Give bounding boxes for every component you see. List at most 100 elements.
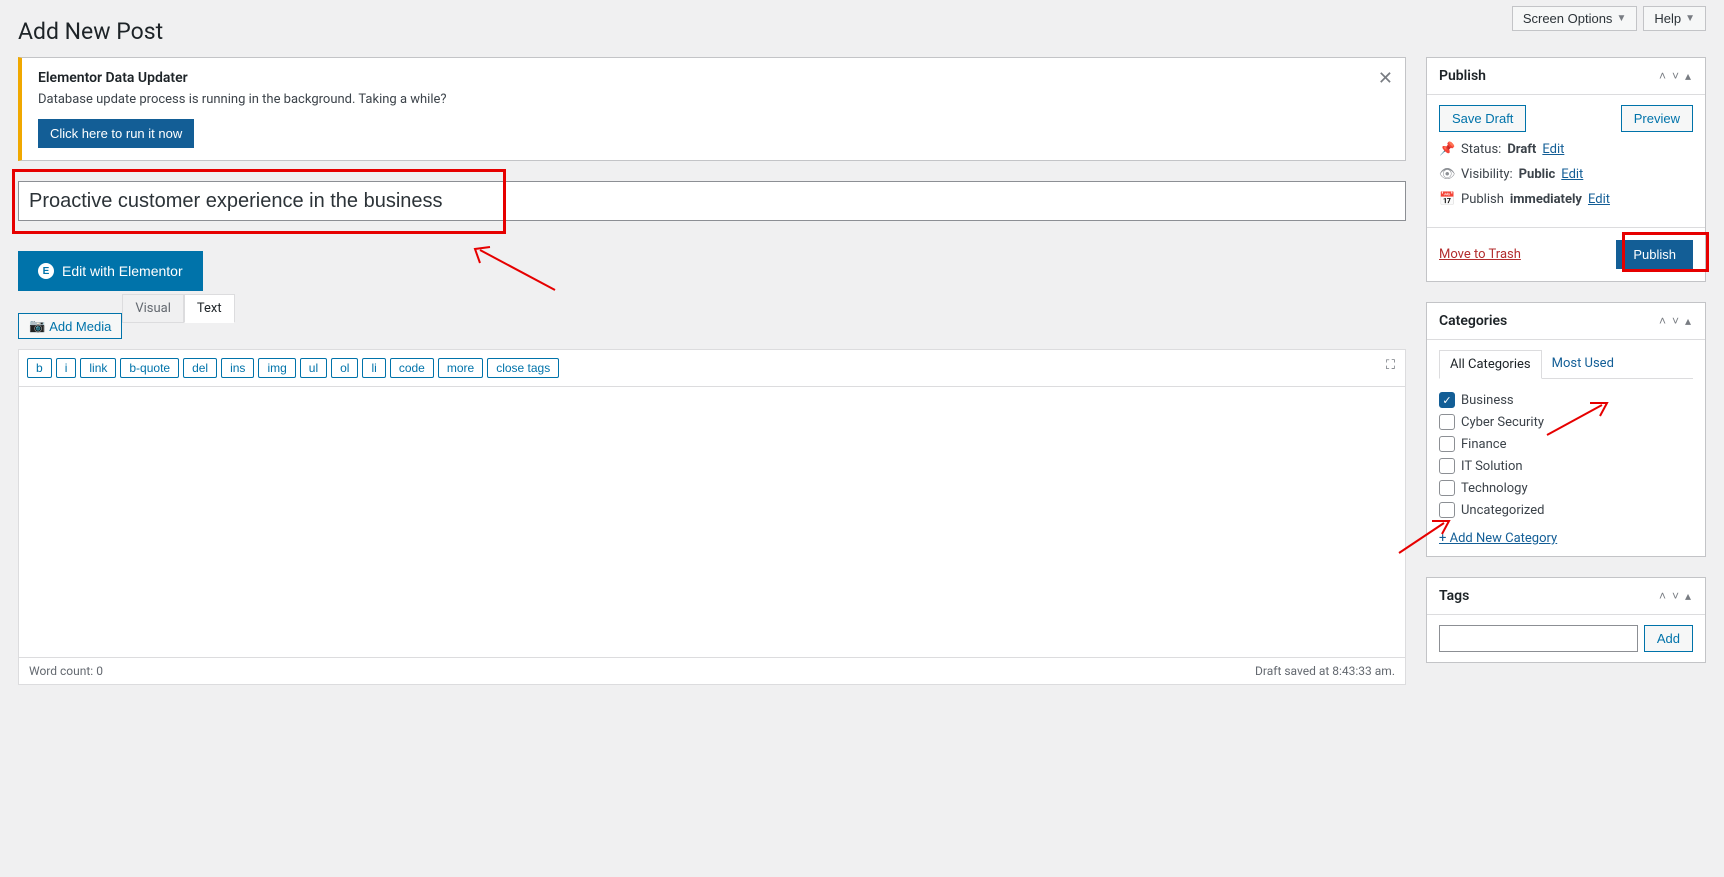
move-down-icon[interactable]: ˅	[1670, 69, 1681, 83]
elementor-button-label: Edit with Elementor	[62, 263, 183, 279]
category-label: Uncategorized	[1461, 503, 1544, 518]
category-label: IT Solution	[1461, 459, 1523, 474]
move-up-icon[interactable]: ˄	[1657, 69, 1668, 83]
publish-title: Publish	[1439, 68, 1486, 84]
tags-header: Tags ˄ ˅ ▴	[1427, 578, 1705, 615]
category-item: IT Solution	[1439, 455, 1693, 477]
close-icon[interactable]: ✕	[1378, 68, 1393, 89]
category-checkbox[interactable]	[1439, 458, 1455, 474]
move-to-trash-link[interactable]: Move to Trash	[1439, 247, 1521, 262]
publish-box: Publish ˄ ˅ ▴ Save Draft Preview 📌 Statu…	[1426, 57, 1706, 282]
tab-all-categories[interactable]: All Categories	[1439, 350, 1542, 379]
toggle-icon[interactable]: ▴	[1683, 314, 1693, 328]
publish-button[interactable]: Publish	[1616, 240, 1693, 269]
tags-title: Tags	[1439, 588, 1469, 604]
preview-button[interactable]: Preview	[1621, 105, 1693, 132]
category-checkbox[interactable]	[1439, 436, 1455, 452]
notice-title: Elementor Data Updater	[38, 70, 1389, 86]
move-up-icon[interactable]: ˄	[1657, 314, 1668, 328]
notice-run-button[interactable]: Click here to run it now	[38, 119, 194, 148]
tags-body: Add	[1427, 615, 1705, 662]
category-item: Finance	[1439, 433, 1693, 455]
qt-code[interactable]: code	[390, 358, 434, 378]
sidebar-column: Publish ˄ ˅ ▴ Save Draft Preview 📌 Statu…	[1426, 57, 1706, 685]
visibility-value: Public	[1519, 167, 1556, 182]
tab-visual[interactable]: Visual	[122, 294, 184, 323]
help-label: Help	[1654, 11, 1681, 26]
category-item: Technology	[1439, 477, 1693, 499]
chevron-down-icon: ▼	[1685, 13, 1695, 24]
qt-link[interactable]: link	[80, 358, 116, 378]
qt-i[interactable]: i	[56, 358, 77, 378]
move-down-icon[interactable]: ˅	[1670, 589, 1681, 603]
qt-ol[interactable]: ol	[331, 358, 358, 378]
calendar-icon: 📅	[1439, 192, 1455, 207]
top-toolbar: Screen Options▼ Help ▼	[1512, 6, 1706, 31]
edit-visibility-link[interactable]: Edit	[1561, 167, 1583, 182]
screen-options-button[interactable]: Screen Options▼	[1512, 6, 1638, 31]
tags-input[interactable]	[1439, 625, 1638, 652]
elementor-notice: Elementor Data Updater Database update p…	[18, 57, 1406, 161]
category-item: Cyber Security	[1439, 411, 1693, 433]
categories-box: Categories ˄ ˅ ▴ All Categories Most Use…	[1426, 302, 1706, 557]
help-button[interactable]: Help ▼	[1643, 6, 1706, 31]
category-item: ✓Business	[1439, 389, 1693, 411]
quicktags-toolbar: b i link b-quote del ins img ul ol li co…	[19, 350, 1405, 387]
media-row: 📷 Add Media Visual Text	[18, 313, 1406, 339]
fullscreen-icon[interactable]: ⛶	[1386, 358, 1395, 373]
qt-ins[interactable]: ins	[221, 358, 254, 378]
edit-status-link[interactable]: Edit	[1542, 142, 1564, 157]
add-media-label: Add Media	[49, 319, 111, 334]
categories-header: Categories ˄ ˅ ▴	[1427, 303, 1705, 340]
panel-handles: ˄ ˅ ▴	[1657, 314, 1693, 328]
qt-bquote[interactable]: b-quote	[120, 358, 179, 378]
category-list: ✓Business Cyber Security Finance IT Solu…	[1439, 389, 1693, 521]
move-up-icon[interactable]: ˄	[1657, 589, 1668, 603]
status-value: Draft	[1507, 142, 1536, 157]
edit-with-elementor-button[interactable]: E Edit with Elementor	[18, 251, 203, 291]
tab-text[interactable]: Text	[184, 294, 235, 323]
qt-del[interactable]: del	[183, 358, 217, 378]
status-label: Status:	[1461, 142, 1501, 157]
panel-handles: ˄ ˅ ▴	[1657, 589, 1693, 603]
toggle-icon[interactable]: ▴	[1683, 69, 1693, 83]
notice-message: Database update process is running in th…	[38, 92, 1389, 107]
page-title: Add New Post	[0, 0, 1724, 57]
tags-box: Tags ˄ ˅ ▴ Add	[1426, 577, 1706, 663]
category-tabs: All Categories Most Used	[1439, 350, 1693, 379]
categories-title: Categories	[1439, 313, 1507, 329]
editor-tabs: Visual Text	[122, 294, 234, 323]
save-draft-button[interactable]: Save Draft	[1439, 105, 1526, 132]
panel-handles: ˄ ˅ ▴	[1657, 69, 1693, 83]
category-checkbox[interactable]: ✓	[1439, 392, 1455, 408]
category-checkbox[interactable]	[1439, 414, 1455, 430]
qt-li[interactable]: li	[362, 358, 385, 378]
qt-img[interactable]: img	[258, 358, 295, 378]
editor-column: Elementor Data Updater Database update p…	[18, 57, 1406, 685]
word-count: Word count: 0	[29, 664, 103, 678]
qt-b[interactable]: b	[27, 358, 52, 378]
edit-schedule-link[interactable]: Edit	[1588, 192, 1610, 207]
visibility-row: 👁 Visibility: Public Edit	[1439, 167, 1693, 182]
category-checkbox[interactable]	[1439, 502, 1455, 518]
add-media-button[interactable]: 📷 Add Media	[18, 313, 122, 339]
schedule-value: immediately	[1510, 192, 1582, 207]
add-tag-button[interactable]: Add	[1644, 625, 1693, 652]
tab-most-used[interactable]: Most Used	[1542, 350, 1624, 378]
category-label: Technology	[1461, 481, 1528, 496]
publish-actions: Move to Trash Publish	[1427, 227, 1705, 281]
main-content: Elementor Data Updater Database update p…	[0, 57, 1724, 685]
publish-header: Publish ˄ ˅ ▴	[1427, 58, 1705, 95]
qt-closetags[interactable]: close tags	[487, 358, 559, 378]
post-title-input[interactable]	[18, 181, 1406, 221]
category-checkbox[interactable]	[1439, 480, 1455, 496]
qt-ul[interactable]: ul	[300, 358, 327, 378]
toggle-icon[interactable]: ▴	[1683, 589, 1693, 603]
draft-saved-time: Draft saved at 8:43:33 am.	[1255, 664, 1395, 678]
schedule-row: 📅 Publish immediately Edit	[1439, 192, 1693, 207]
publish-body: Save Draft Preview 📌 Status: Draft Edit …	[1427, 95, 1705, 227]
add-new-category-link[interactable]: + Add New Category	[1439, 531, 1557, 546]
qt-more[interactable]: more	[438, 358, 483, 378]
move-down-icon[interactable]: ˅	[1670, 314, 1681, 328]
content-textarea[interactable]	[19, 387, 1405, 657]
